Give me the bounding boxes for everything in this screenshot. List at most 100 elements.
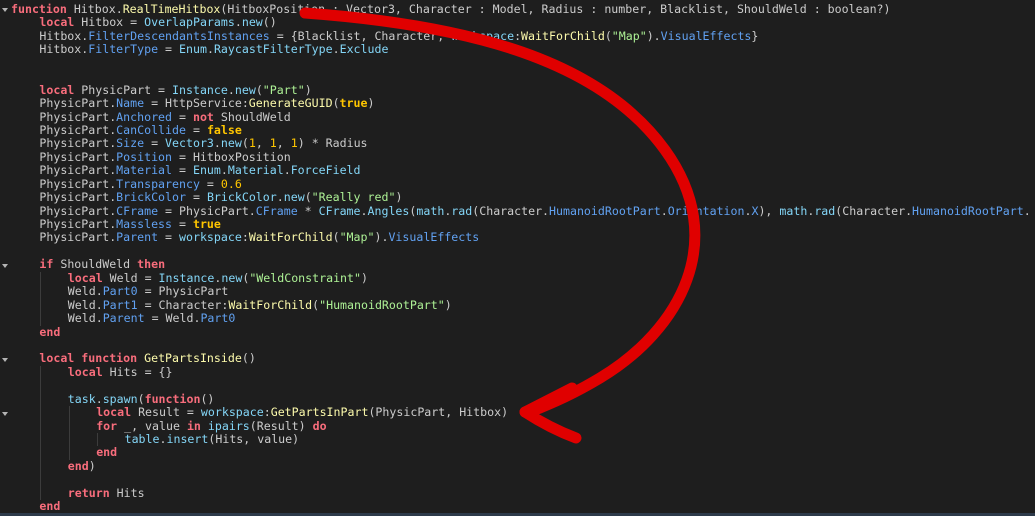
code-line[interactable]: PhysicPart.Size = Vector3.new(1, 1, 1) *… xyxy=(11,137,1035,150)
code-token: , xyxy=(255,136,270,151)
code-line[interactable]: for _, value in ipairs(Result) do xyxy=(11,418,1035,433)
code-token: PhysicPart. xyxy=(39,96,117,111)
code-token: Weld = xyxy=(102,270,159,285)
code-token: HumanoidRootPart xyxy=(549,203,661,218)
code-line[interactable]: local Result = workspace:GetPartsInPart(… xyxy=(11,405,1035,420)
code-token: = xyxy=(158,42,180,57)
code-area[interactable]: function Hitbox.RealTimeHitbox(HitboxPos… xyxy=(11,2,1035,514)
code-token: ShouldWeld xyxy=(213,109,291,124)
code-token: () xyxy=(241,351,256,366)
code-token: = xyxy=(172,163,193,178)
code-line[interactable]: table.insert(Hits, value) xyxy=(11,432,1035,447)
code-line[interactable]: Weld.Part1 = Character:WaitForChild("Hum… xyxy=(11,298,1035,313)
code-token: new xyxy=(283,190,305,205)
code-line[interactable]: Weld.Part0 = PhysicPart xyxy=(11,284,1035,299)
code-token: then xyxy=(137,257,166,272)
code-token: PhysicPart. xyxy=(39,136,117,151)
code-line[interactable]: end xyxy=(11,325,1035,339)
code-line[interactable]: PhysicPart.Material = Enum.Material.Forc… xyxy=(11,164,1035,177)
code-line[interactable]: PhysicPart.Massless = true xyxy=(11,217,1035,231)
code-token: ) * Radius xyxy=(297,136,368,151)
code-token: do xyxy=(312,418,327,433)
code-line[interactable]: PhysicPart.Parent = workspace:WaitForChi… xyxy=(11,231,1035,244)
code-token: = xyxy=(185,190,207,205)
code-line[interactable] xyxy=(11,57,1035,70)
code-token: GenerateGUID xyxy=(248,96,333,111)
code-token: ) xyxy=(367,96,375,111)
code-token: CanCollide xyxy=(116,122,186,137)
fold-chevron-icon[interactable] xyxy=(2,411,8,416)
indent-guide xyxy=(40,446,42,460)
code-token: : xyxy=(241,230,249,245)
code-token: = PhysicPart. xyxy=(158,203,256,218)
code-token: function xyxy=(11,2,67,16)
code-line[interactable] xyxy=(11,339,1035,352)
code-token: . xyxy=(234,15,242,30)
code-token: PhysicPart. xyxy=(39,217,117,231)
code-token: Material xyxy=(116,163,173,178)
code-line[interactable]: PhysicPart.Anchored = not ShouldWeld xyxy=(11,109,1035,124)
code-line[interactable]: end xyxy=(11,499,1035,513)
code-line[interactable]: Hitbox.FilterType = Enum.RaycastFilterTy… xyxy=(11,43,1035,56)
fold-gutter xyxy=(0,0,10,516)
indent-guide xyxy=(68,446,70,460)
code-token: ( xyxy=(255,82,263,97)
code-token: : xyxy=(263,405,271,420)
code-token: = xyxy=(158,230,180,245)
code-token: CFrame xyxy=(318,203,361,218)
code-token: } xyxy=(751,28,759,43)
code-line[interactable]: local Hitbox = OverlapParams.new() xyxy=(11,16,1035,29)
code-line[interactable]: PhysicPart.Transparency = 0.6 xyxy=(11,177,1035,191)
indent-guide xyxy=(40,459,42,474)
code-line[interactable] xyxy=(11,379,1035,393)
code-line[interactable]: function Hitbox.RealTimeHitbox(HitboxPos… xyxy=(11,2,1035,16)
code-token: = xyxy=(185,122,207,137)
fold-chevron-icon[interactable] xyxy=(2,263,8,268)
code-line[interactable] xyxy=(11,473,1035,487)
code-line[interactable]: task.spawn(function() xyxy=(11,392,1035,407)
indent-guide xyxy=(40,392,42,407)
code-line[interactable]: PhysicPart.Name = HttpService:GenerateGU… xyxy=(11,96,1035,111)
code-token: math xyxy=(416,203,445,218)
fold-chevron-icon[interactable] xyxy=(2,8,8,12)
code-token: PhysicPart. xyxy=(39,149,117,164)
code-token: = {Blacklist, Character, xyxy=(269,28,452,43)
code-line[interactable]: return Hits xyxy=(11,486,1035,501)
code-token: RaycastFilterType xyxy=(213,42,333,57)
code-line[interactable]: PhysicPart.CFrame = PhysicPart.CFrame * … xyxy=(11,203,1035,218)
code-line[interactable]: Hitbox.FilterDescendantsInstances = {Bla… xyxy=(11,28,1035,43)
code-line[interactable]: PhysicPart.Position = HitboxPosition xyxy=(11,149,1035,164)
code-line[interactable]: local PhysicPart = Instance.new("Part") xyxy=(11,82,1035,97)
code-token: (Character. xyxy=(472,203,550,218)
code-line[interactable] xyxy=(11,245,1035,258)
fold-chevron-icon[interactable] xyxy=(2,357,8,362)
code-line[interactable]: PhysicPart.BrickColor = BrickColor.new("… xyxy=(11,190,1035,205)
code-token: PhysicPart. xyxy=(39,190,117,205)
code-token: GetPartsInside xyxy=(144,351,242,366)
indent-guide xyxy=(40,365,42,380)
code-editor[interactable]: function Hitbox.RealTimeHitbox(HitboxPos… xyxy=(0,0,1035,516)
code-line[interactable]: if ShouldWeld then xyxy=(11,258,1035,271)
code-token: workspace xyxy=(451,28,515,43)
code-line[interactable]: Weld.Parent = Weld.Part0 xyxy=(11,311,1035,326)
code-token: Name xyxy=(116,96,145,111)
code-token: new xyxy=(220,136,242,151)
code-line[interactable]: local Weld = Instance.new("WeldConstrain… xyxy=(11,270,1035,286)
code-line[interactable]: PhysicPart.CanCollide = false xyxy=(11,122,1035,137)
code-token: Parent xyxy=(102,311,145,326)
code-token: "Map" xyxy=(611,28,647,43)
code-token: rad xyxy=(814,203,836,218)
code-token: 1 xyxy=(290,136,298,151)
code-line[interactable] xyxy=(11,70,1035,83)
code-token: = HttpService: xyxy=(144,96,249,111)
code-token: ForceField xyxy=(290,163,361,178)
code-token: HumanoidRootPart xyxy=(912,203,1024,218)
code-token: (Result) xyxy=(249,418,313,433)
code-line[interactable]: end xyxy=(11,446,1035,460)
code-line[interactable]: local function GetPartsInside() xyxy=(11,352,1035,365)
code-token: ) xyxy=(395,190,403,205)
code-line[interactable]: end) xyxy=(11,459,1035,474)
code-token: new xyxy=(221,270,243,285)
indent-guide xyxy=(97,433,99,447)
code-line[interactable]: local Hits = {} xyxy=(11,365,1035,380)
